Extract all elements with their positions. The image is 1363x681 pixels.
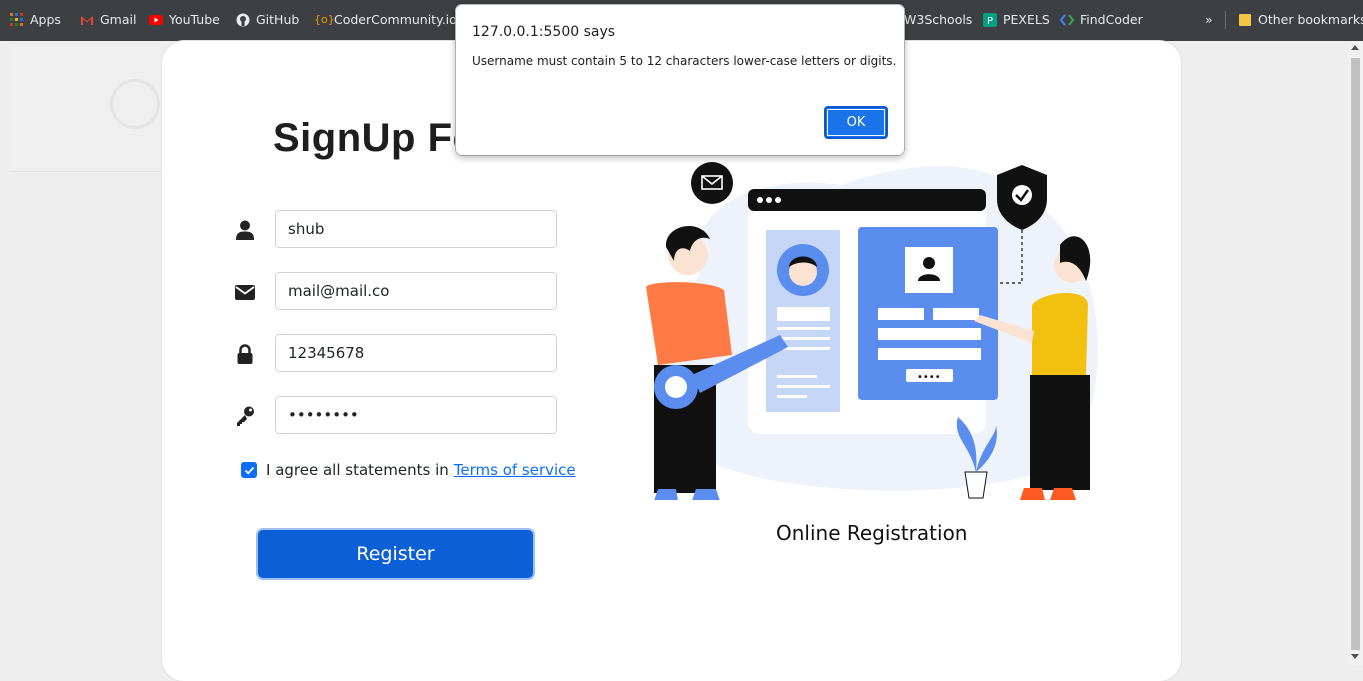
bookmark-codercommunity[interactable]: {o} CoderCommunity.io bbox=[314, 12, 457, 27]
folder-icon bbox=[1239, 13, 1251, 26]
password-input[interactable] bbox=[275, 334, 557, 372]
bookmark-label: Gmail bbox=[100, 12, 137, 27]
password-row bbox=[234, 334, 564, 372]
key-icon bbox=[237, 406, 254, 426]
pexels-icon: P bbox=[983, 12, 997, 27]
user-icon bbox=[236, 220, 254, 240]
bookmark-gmail[interactable]: Gmail bbox=[80, 12, 136, 27]
bookmark-label: W3Schools bbox=[904, 12, 973, 27]
dialog-message: Username must contain 5 to 12 characters… bbox=[472, 54, 897, 68]
register-button[interactable]: Register bbox=[258, 530, 533, 578]
username-input[interactable] bbox=[275, 210, 557, 248]
terms-link[interactable]: Terms of service bbox=[454, 461, 576, 479]
confirm-password-row bbox=[234, 396, 564, 434]
svg-text:••••: •••• bbox=[917, 372, 941, 383]
bookmark-youtube[interactable]: YouTube bbox=[149, 12, 220, 27]
bookmarks-overflow-button[interactable]: » bbox=[1205, 12, 1213, 27]
username-row bbox=[234, 210, 564, 248]
dialog-origin: 127.0.0.1:5500 says bbox=[472, 24, 616, 40]
agree-label: I agree all statements in bbox=[266, 461, 449, 479]
bookmark-label: YouTube bbox=[169, 12, 220, 27]
illustration-caption: Online Registration bbox=[776, 521, 968, 545]
ok-button[interactable]: OK bbox=[824, 106, 888, 139]
registration-illustration: •••• bbox=[646, 162, 1098, 500]
lock-icon bbox=[237, 344, 253, 364]
chevron-double-right-icon: » bbox=[1205, 12, 1213, 27]
codercommunity-icon: {o} bbox=[314, 12, 335, 26]
agree-checkbox[interactable] bbox=[241, 462, 257, 478]
bookmark-apps[interactable]: Apps bbox=[10, 12, 61, 27]
github-icon bbox=[236, 13, 250, 26]
bookmark-label: FindCoder bbox=[1080, 12, 1143, 27]
findcoder-icon bbox=[1060, 13, 1074, 26]
youtube-icon bbox=[149, 14, 163, 25]
bookmark-label: CoderCommunity.io bbox=[334, 12, 457, 27]
email-row bbox=[234, 272, 564, 310]
bookmark-label: PEXELS bbox=[1003, 12, 1050, 27]
envelope-icon bbox=[235, 285, 255, 300]
gmail-icon bbox=[81, 15, 93, 25]
scrollbar-thumb[interactable] bbox=[1351, 58, 1360, 650]
bookmark-other[interactable]: Other bookmarks bbox=[1238, 12, 1363, 27]
divider bbox=[1225, 11, 1226, 29]
scroll-up-icon[interactable] bbox=[1351, 45, 1359, 50]
apps-grid-icon bbox=[10, 12, 23, 26]
bookmark-w3schools[interactable]: W3Schools bbox=[904, 12, 972, 27]
bookmark-label: GitHub bbox=[256, 12, 300, 27]
page-title: SignUp Fo bbox=[273, 116, 478, 160]
terms-agreement: I agree all statements in Terms of servi… bbox=[241, 461, 576, 479]
svg-text:P: P bbox=[987, 16, 993, 27]
scroll-down-icon[interactable] bbox=[1351, 654, 1359, 659]
globe-icon bbox=[110, 79, 160, 129]
check-icon bbox=[244, 466, 254, 474]
bookmark-label: Other bookmarks bbox=[1258, 12, 1363, 27]
alert-dialog: 127.0.0.1:5500 says Username must contai… bbox=[456, 5, 904, 155]
email-input[interactable] bbox=[275, 272, 557, 310]
bookmark-github[interactable]: GitHub bbox=[236, 12, 299, 27]
confirm-password-input[interactable] bbox=[275, 396, 557, 434]
bookmark-pexels[interactable]: P PEXELS bbox=[983, 12, 1050, 27]
bookmark-findcoder[interactable]: FindCoder bbox=[1060, 12, 1143, 27]
bookmark-label: Apps bbox=[30, 12, 61, 27]
